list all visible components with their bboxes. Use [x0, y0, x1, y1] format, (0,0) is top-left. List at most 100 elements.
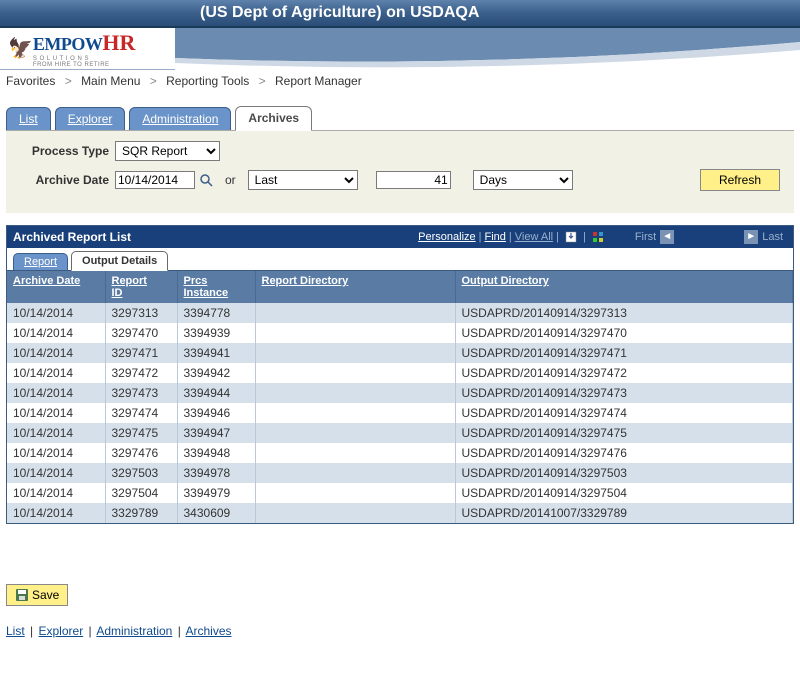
cell-odir: USDAPRD/20140914/3297503 — [455, 463, 793, 483]
cell-odir: USDAPRD/20140914/3297475 — [455, 423, 793, 443]
col-prcs-instance[interactable]: PrcsInstance — [177, 271, 255, 303]
cell-archive_date: 10/14/2014 — [7, 443, 105, 463]
refresh-button[interactable]: Refresh — [700, 169, 780, 191]
table-row: 10/14/201432974713394941USDAPRD/20140914… — [7, 343, 793, 363]
cell-odir: USDAPRD/20140914/3297313 — [455, 303, 793, 323]
archive-date-input[interactable] — [115, 171, 195, 189]
cell-rdir — [255, 323, 455, 343]
col-report-id[interactable]: ReportID — [105, 271, 177, 303]
inner-tab-output-details[interactable]: Output Details — [71, 251, 168, 271]
table-row: 10/14/201432974743394946USDAPRD/20140914… — [7, 403, 793, 423]
prev-arrow-icon[interactable]: ◄ — [660, 230, 674, 244]
cell-rdir — [255, 423, 455, 443]
disk-icon — [15, 588, 29, 602]
tab-archives[interactable]: Archives — [235, 106, 312, 131]
logo-text-empow: EMPOW — [33, 34, 103, 54]
tab-explorer[interactable]: Explorer — [55, 107, 126, 130]
footer-link-explorer[interactable]: Explorer — [39, 624, 84, 638]
table-row: 10/14/201432974733394944USDAPRD/20140914… — [7, 383, 793, 403]
tab-administration[interactable]: Administration — [129, 107, 231, 130]
footer-link-list[interactable]: List — [6, 624, 25, 638]
archived-report-grid: Archived Report List Personalize | Find … — [6, 225, 794, 524]
cell-report_id: 3297476 — [105, 443, 177, 463]
crumb-main-menu[interactable]: Main Menu — [81, 74, 140, 88]
cell-odir: USDAPRD/20140914/3297504 — [455, 483, 793, 503]
cell-report_id: 3297473 — [105, 383, 177, 403]
cell-report_id: 3297503 — [105, 463, 177, 483]
find-link[interactable]: Find — [485, 231, 506, 243]
table-row: 10/14/201432974703394939 USDAPRD/20140914… — [7, 323, 793, 343]
count-input[interactable] — [376, 171, 451, 189]
cell-rdir — [255, 363, 455, 383]
cell-odir: USDAPRD/20140914/3297473 — [455, 383, 793, 403]
table-row: 10/14/201432974763394948USDAPRD/20140914… — [7, 443, 793, 463]
grid-title: Archived Report List — [13, 230, 131, 244]
cell-report_id: 3297504 — [105, 483, 177, 503]
date-lookup-icon[interactable] — [199, 173, 213, 187]
process-type-label: Process Type — [20, 144, 115, 158]
cell-odir: USDAPRD/20140914/3297470 — [455, 323, 793, 343]
footer-link-administration[interactable]: Administration — [96, 624, 172, 638]
cell-rdir — [255, 403, 455, 423]
tab-list[interactable]: List — [6, 107, 51, 130]
col-output-directory[interactable]: Output Directory — [455, 271, 793, 303]
grid-settings-icon[interactable] — [591, 230, 605, 244]
next-arrow-icon[interactable]: ► — [744, 230, 758, 244]
cell-report_id: 3297474 — [105, 403, 177, 423]
cell-rdir — [255, 443, 455, 463]
crumb-favorites[interactable]: Favorites — [6, 74, 55, 88]
save-label: Save — [32, 588, 59, 602]
grid-header-bar: Archived Report List Personalize | Find … — [7, 226, 793, 248]
cell-report_id: 3297470 — [105, 323, 177, 343]
inner-tab-report[interactable]: Report — [13, 253, 68, 270]
table-row: 10/14/201432974723394942USDAPRD/20140914… — [7, 363, 793, 383]
table-row: 10/14/201432974753394947USDAPRD/20140914… — [7, 423, 793, 443]
table-row: 10/14/201433297893430609USDAPRD/20141007… — [7, 503, 793, 523]
logo: 🦅 EMPOWHR S O L U T I O N S FROM HIRE TO… — [0, 30, 175, 68]
col-archive-date[interactable]: Archive Date — [7, 271, 105, 303]
cell-prcs: 3394778 — [177, 303, 255, 323]
unit-select[interactable]: Days — [473, 170, 573, 190]
header-swoosh — [175, 28, 800, 70]
cell-odir: USDAPRD/20140914/3297472 — [455, 363, 793, 383]
filter-panel: Process Type SQR Report Archive Date or … — [6, 130, 794, 213]
table-row: 10/14/201432975043394979USDAPRD/20140914… — [7, 483, 793, 503]
banner-text: (US Dept of Agriculture) on USDAQA — [200, 4, 479, 21]
first-nav[interactable]: First — [631, 231, 660, 243]
cell-prcs: 3394979 — [177, 483, 255, 503]
cell-report_id: 3297475 — [105, 423, 177, 443]
crumb-report-manager[interactable]: Report Manager — [275, 74, 362, 88]
eagle-icon: 🦅 — [8, 39, 33, 59]
cell-prcs: 3394946 — [177, 403, 255, 423]
last-nav[interactable]: Last — [758, 231, 787, 243]
footer-link-archives[interactable]: Archives — [186, 624, 232, 638]
cell-archive_date: 10/14/2014 — [7, 383, 105, 403]
cell-rdir — [255, 483, 455, 503]
cell-rdir — [255, 343, 455, 363]
last-select[interactable]: Last — [248, 170, 358, 190]
view-all-link[interactable]: View All — [515, 231, 553, 243]
cell-prcs: 3394947 — [177, 423, 255, 443]
cell-odir: USDAPRD/20140914/3297471 — [455, 343, 793, 363]
grid-inner-tabs: Report Output Details — [7, 248, 793, 271]
table-row: 10/14/201432973133394778 USDAPRD/20140914… — [7, 303, 793, 323]
cell-report_id: 3297472 — [105, 363, 177, 383]
chevron-right-icon: > — [144, 74, 163, 88]
cell-report_id: 3297313 — [105, 303, 177, 323]
col-report-directory[interactable]: Report Directory — [255, 271, 455, 303]
page-tabs: List Explorer Administration Archives — [6, 106, 800, 130]
crumb-reporting-tools[interactable]: Reporting Tools — [166, 74, 249, 88]
process-type-select[interactable]: SQR Report — [115, 141, 220, 161]
cell-odir: USDAPRD/20140914/3297474 — [455, 403, 793, 423]
cell-archive_date: 10/14/2014 — [7, 323, 105, 343]
cell-prcs: 3394948 — [177, 443, 255, 463]
cell-prcs: 3394942 — [177, 363, 255, 383]
save-button[interactable]: Save — [6, 584, 68, 606]
personalize-link[interactable]: Personalize — [418, 231, 475, 243]
cell-archive_date: 10/14/2014 — [7, 463, 105, 483]
download-icon[interactable] — [564, 230, 578, 244]
cell-archive_date: 10/14/2014 — [7, 303, 105, 323]
cell-prcs: 3394939 — [177, 323, 255, 343]
cell-rdir — [255, 463, 455, 483]
cell-archive_date: 10/14/2014 — [7, 343, 105, 363]
